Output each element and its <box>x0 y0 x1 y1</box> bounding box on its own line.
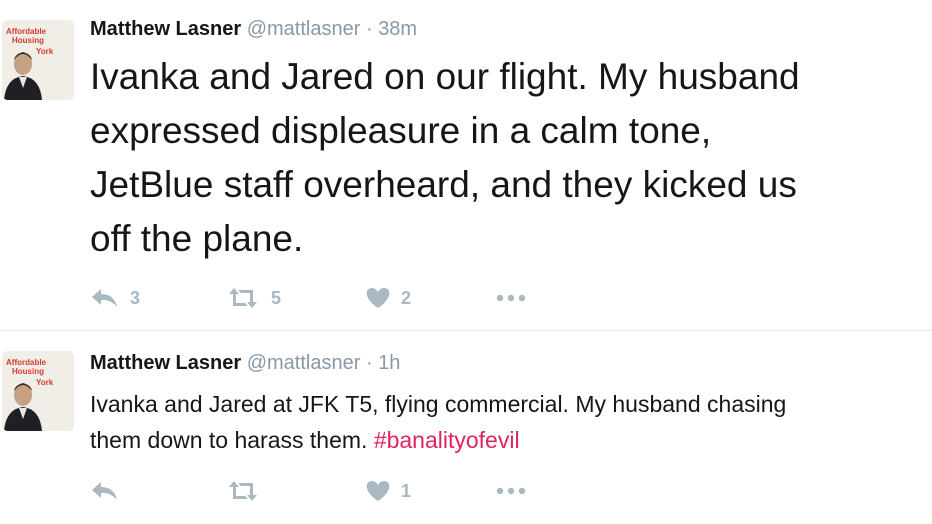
timestamp[interactable]: 38m <box>378 18 417 40</box>
separator: · <box>365 352 373 374</box>
tweet-text-line: JetBlue staff overheard, and they kicked… <box>90 164 797 205</box>
timestamp[interactable]: 1h <box>378 352 400 374</box>
tweet-actions: 3 5 2 <box>90 283 550 313</box>
tweet[interactable]: Affordable Housing York Matthew Lasner @… <box>0 0 932 330</box>
more-button[interactable] <box>495 283 527 313</box>
tweet-header: Matthew Lasner @mattlasner · 38m <box>90 18 417 41</box>
tweet-text-line: expressed displeasure in a calm tone, <box>90 110 712 151</box>
avatar-logo-text: York <box>36 47 54 56</box>
like-count: 2 <box>401 287 412 308</box>
avatar-logo-text: Housing <box>12 36 44 45</box>
tweet-actions: 1 <box>90 476 550 506</box>
hashtag-link[interactable]: #banalityofevil <box>374 427 520 453</box>
reply-icon <box>92 482 117 500</box>
avatar-image: Affordable Housing York <box>2 20 74 100</box>
like-button[interactable]: 2 <box>365 283 411 313</box>
retweet-count: 5 <box>271 287 282 308</box>
retweet-icon <box>229 481 257 501</box>
heart-icon <box>366 481 390 501</box>
tweet-text-segment: them down to harass them. <box>90 427 374 453</box>
avatar-image: Affordable Housing York <box>2 351 74 431</box>
reply-icon <box>92 289 117 307</box>
like-button[interactable]: 1 <box>365 476 411 506</box>
tweet-text: Ivanka and Jared on our flight. My husba… <box>90 50 800 266</box>
avatar[interactable]: Affordable Housing York <box>2 351 74 431</box>
reply-button[interactable]: 3 <box>90 283 140 313</box>
more-button[interactable] <box>495 476 527 506</box>
avatar-logo-text: Affordable <box>6 27 47 36</box>
tweet-text-line: Ivanka and Jared at JFK T5, flying comme… <box>90 391 787 417</box>
avatar-logo-text: Housing <box>12 367 44 376</box>
reply-button[interactable] <box>90 476 120 506</box>
retweet-icon <box>229 288 257 308</box>
tweet[interactable]: Affordable Housing York Matthew Lasner @… <box>0 331 932 524</box>
separator: · <box>365 18 373 40</box>
author-handle[interactable]: @mattlasner <box>247 18 361 40</box>
more-icon <box>496 487 526 495</box>
avatar-logo-text: Affordable <box>6 358 47 367</box>
author-handle[interactable]: @mattlasner <box>247 352 361 374</box>
tweet-text-line: off the plane. <box>90 218 304 259</box>
heart-icon <box>366 288 390 308</box>
retweet-button[interactable] <box>225 476 261 506</box>
like-count: 1 <box>401 480 412 501</box>
author-name[interactable]: Matthew Lasner <box>90 352 241 374</box>
author-name[interactable]: Matthew Lasner <box>90 18 241 40</box>
retweet-button[interactable]: 5 <box>225 283 281 313</box>
avatar-logo-text: York <box>36 378 54 387</box>
tweet-header: Matthew Lasner @mattlasner · 1h <box>90 352 400 375</box>
tweet-text-line: them down to harass them. #banalityofevi… <box>90 422 786 458</box>
more-icon <box>496 294 526 302</box>
tweet-text-line: Ivanka and Jared on our flight. My husba… <box>90 56 800 97</box>
avatar[interactable]: Affordable Housing York <box>2 20 74 100</box>
reply-count: 3 <box>130 287 141 308</box>
tweet-text: Ivanka and Jared at JFK T5, flying comme… <box>90 386 786 458</box>
